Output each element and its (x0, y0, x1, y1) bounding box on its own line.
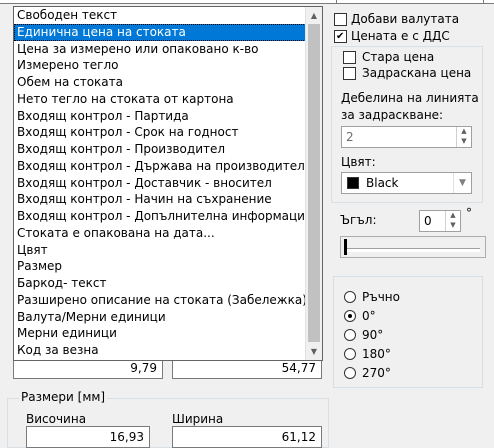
color-select[interactable]: Black ▼ (341, 172, 472, 194)
rotation-label-3[interactable]: 180° (362, 347, 391, 361)
degree-unit-label: ° (466, 206, 472, 220)
rotation-radio-1[interactable] (344, 310, 356, 322)
list-scrollbar[interactable]: ▲ ▼ (305, 7, 322, 360)
list-item[interactable]: Измерено тегло (14, 57, 308, 74)
size-groupbox-title: Размери [мм] (19, 390, 108, 404)
rotation-label-1[interactable]: 0° (362, 309, 376, 323)
chevron-down-icon[interactable]: ▼ (453, 173, 471, 193)
list-item[interactable]: Стоката е опакована на дата... (14, 225, 308, 242)
old-price-label[interactable]: Стара цена (362, 50, 434, 64)
angle-slider[interactable] (340, 236, 486, 258)
slider-thumb[interactable] (344, 239, 347, 255)
height-label: Височина (26, 412, 87, 426)
crossed-price-label[interactable]: Задраскана цена (362, 66, 471, 80)
list-item[interactable]: Входящ контрол - Партида (14, 108, 308, 125)
list-item[interactable]: Цена за измерено или опаковано к-во (14, 41, 308, 58)
slider-track (344, 248, 480, 252)
angle-spin-buttons[interactable]: ▲ ▼ (445, 211, 460, 231)
angle-spin-down-icon[interactable]: ▼ (446, 221, 460, 231)
rotation-radio-0[interactable] (344, 291, 356, 303)
right-top-combo-edge (336, 0, 484, 4)
list-item[interactable]: Разширено описание на стоката (Забележка… (14, 292, 308, 309)
angle-value: 0 (424, 214, 432, 228)
price-with-vat-checkbox[interactable] (334, 30, 347, 43)
list-item[interactable]: Код за везна (14, 342, 308, 359)
list-item[interactable]: Обем на стоката (14, 74, 308, 91)
list-item[interactable]: Входящ контрол - Начин на съхранение (14, 191, 308, 208)
line-thickness-label-1: Дебелина на линията (341, 91, 479, 105)
scrollbar-thumb[interactable] (308, 24, 320, 342)
list-item[interactable]: Цвят (14, 242, 308, 259)
rotation-radio-3[interactable] (344, 348, 356, 360)
width-label: Ширина (172, 412, 224, 426)
list-item[interactable]: Входящ контрол - Срок на годност (14, 124, 308, 141)
list-item[interactable]: Мерни единици (14, 325, 308, 342)
crossed-price-checkbox[interactable] (343, 67, 356, 80)
angle-label: Ъгъл: (340, 213, 377, 227)
list-item[interactable]: Нето тегло на стоката от картона (14, 91, 308, 108)
list-item[interactable]: Единична цена на стоката (14, 23, 308, 41)
spin-up-icon[interactable]: ▲ (457, 127, 471, 137)
angle-spin-up-icon[interactable]: ▲ (446, 211, 460, 221)
color-value: Black (366, 176, 399, 190)
list-item[interactable]: Входящ контрол - Допълнителна информация (14, 208, 308, 225)
rotation-radio-2[interactable] (344, 329, 356, 341)
list-item[interactable]: Валута/Мерни единици (14, 309, 308, 326)
scroll-down-arrow-icon[interactable]: ▼ (306, 343, 322, 360)
rotation-label-4[interactable]: 270° (362, 366, 391, 380)
color-swatch (347, 177, 359, 189)
field-type-listbox[interactable]: Свободен текст Единична цена на стоката Це… (13, 6, 323, 361)
rotation-label-0[interactable]: Ръчно (362, 290, 400, 304)
rotation-label-2[interactable]: 90° (362, 328, 383, 342)
line-thickness-spinner[interactable]: 2 ▲ ▼ (341, 126, 472, 148)
list-item[interactable]: Входящ контрол - Държава на производител (14, 158, 308, 175)
color-label: Цвят: (341, 155, 376, 169)
list-item[interactable]: Входящ контрол - Производител (14, 141, 308, 158)
price-with-vat-label[interactable]: Цената е с ДДС (351, 29, 450, 43)
old-price-checkbox[interactable] (343, 51, 356, 64)
list-item[interactable]: Баркод- текст (14, 275, 308, 292)
list-item[interactable]: Входящ контрол - Доставчик - вносител (14, 175, 308, 192)
list-item[interactable]: Свободен текст (14, 7, 308, 24)
add-currency-checkbox[interactable] (334, 13, 347, 26)
list-item[interactable]: Размер (14, 258, 308, 275)
line-thickness-spin-buttons[interactable]: ▲ ▼ (456, 127, 471, 147)
spin-down-icon[interactable]: ▼ (457, 137, 471, 147)
add-currency-label[interactable]: Добави валутата (351, 12, 459, 26)
field-type-list: Свободен текст Единична цена на стоката Це… (14, 7, 308, 361)
scroll-up-arrow-icon[interactable]: ▲ (306, 7, 322, 24)
angle-spinner[interactable]: 0 ▲ ▼ (419, 210, 461, 232)
line-thickness-value: 2 (346, 130, 354, 144)
rotation-radio-4[interactable] (344, 367, 356, 379)
line-thickness-label-2: за задраскване: (341, 108, 444, 122)
list-item[interactable]: Каталожен номер (14, 359, 308, 361)
